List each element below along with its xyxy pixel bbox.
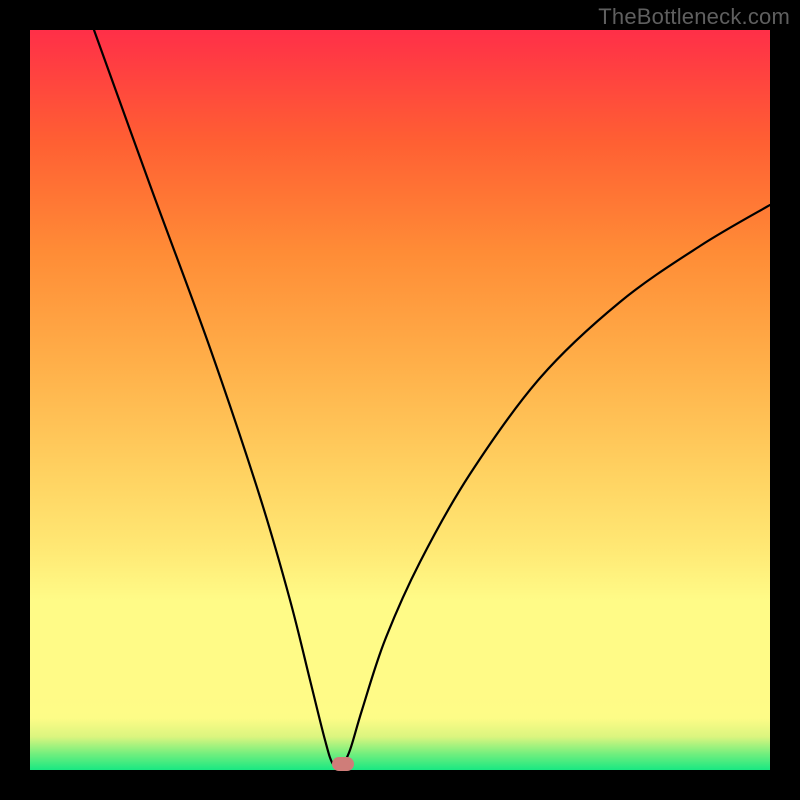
curve-layer — [30, 30, 770, 770]
bottleneck-curve-path — [94, 30, 770, 766]
watermark-text: TheBottleneck.com — [598, 4, 790, 30]
plot-area — [30, 30, 770, 770]
optimum-marker — [332, 757, 354, 771]
figure-root: TheBottleneck.com — [0, 0, 800, 800]
